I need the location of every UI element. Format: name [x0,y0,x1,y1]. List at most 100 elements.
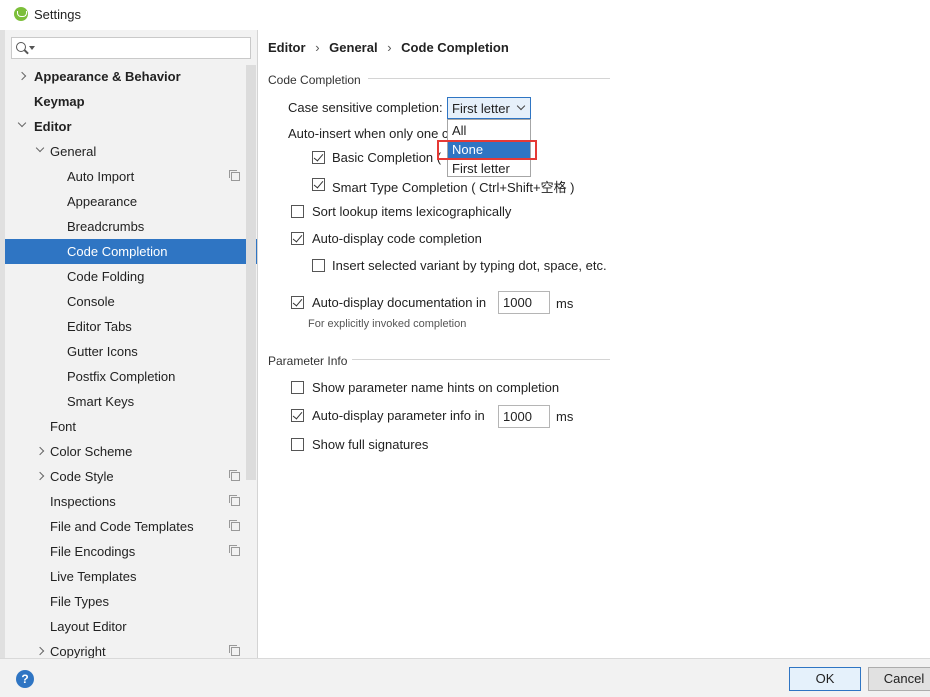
sidebar-item-code-completion[interactable]: Code Completion [5,239,257,264]
smart-type-completion-label: Smart Type Completion ( Ctrl+Shift+空格 ) [332,180,575,195]
project-scope-icon [229,545,240,556]
sidebar-item-postfix-completion[interactable]: Postfix Completion [5,364,257,389]
documentation-delay-input[interactable] [499,292,549,313]
annotation-highlight-box [437,140,537,160]
documentation-delay-unit: ms [556,296,574,311]
sidebar-item-editor-tabs[interactable]: Editor Tabs [5,314,257,339]
show-parameter-hints-label: Show parameter name hints on completion [312,380,560,395]
window-left-edge [0,30,5,658]
chevron-right-icon[interactable] [17,71,27,81]
sidebar-item-label: Code Folding [67,269,145,284]
chevron-down-icon[interactable] [17,118,27,128]
project-scope-icon [229,495,240,506]
sidebar-item-file-and-code-templates[interactable]: File and Code Templates [5,514,257,539]
sidebar-item-label: Layout Editor [50,619,127,634]
chevron-down-icon[interactable] [35,143,45,153]
android-studio-icon [14,7,28,21]
section-divider [368,78,610,79]
sidebar-item-label: Editor Tabs [67,319,132,334]
sort-lookup-checkbox[interactable] [291,205,304,218]
sidebar-item-label: Code Completion [67,244,168,259]
show-full-signatures-checkbox[interactable] [291,438,304,451]
sidebar-item-smart-keys[interactable]: Smart Keys [5,389,257,414]
case-sensitive-selected-value: First letter [452,101,510,116]
sidebar-item-live-templates[interactable]: Live Templates [5,564,257,589]
sidebar-item-layout-editor[interactable]: Layout Editor [5,614,257,639]
settings-sidebar: Appearance & Behavior Keymap Editor General… [0,30,258,658]
sidebar-item-code-folding[interactable]: Code Folding [5,264,257,289]
cancel-button[interactable]: Cancel [868,667,930,691]
breadcrumb-code-completion: Code Completion [401,40,509,55]
dropdown-option-all[interactable]: All [448,121,530,140]
sidebar-item-breadcrumbs[interactable]: Breadcrumbs [5,214,257,239]
sidebar-item-console[interactable]: Console [5,289,257,314]
sidebar-item-appearance-behavior[interactable]: Appearance & Behavior [5,64,257,89]
sidebar-item-appearance[interactable]: Appearance [5,189,257,214]
sidebar-item-label: Copyright [50,644,106,658]
case-sensitive-completion-select[interactable]: First letter [447,97,531,119]
sidebar-item-font[interactable]: Font [5,414,257,439]
sidebar-item-keymap[interactable]: Keymap [5,89,257,114]
search-icon [16,42,26,52]
dropdown-option-first-letter[interactable]: First letter [448,159,530,178]
sidebar-item-label: Postfix Completion [67,369,176,384]
sidebar-item-label: Console [67,294,115,309]
chevron-right-icon[interactable] [35,646,45,656]
chevron-right-icon[interactable] [35,446,45,456]
breadcrumb-editor[interactable]: Editor [268,40,306,55]
parameter-info-delay-input[interactable] [499,406,549,427]
window-title: Settings [34,7,81,22]
show-parameter-hints-checkbox[interactable] [291,381,304,394]
breadcrumb-general[interactable]: General [329,40,377,55]
sidebar-item-label: General [50,144,97,159]
smart-type-completion-checkbox[interactable] [312,178,325,191]
help-button[interactable]: ? [16,670,34,688]
auto-display-parameter-info-label: Auto-display parameter info in [312,408,485,423]
basic-completion-checkbox[interactable] [312,151,325,164]
sidebar-item-label: Appearance & Behavior [34,69,181,84]
sidebar-item-label: Editor [34,119,72,134]
breadcrumb: Editor › General › Code Completion [268,40,515,55]
sidebar-item-label: Code Style [50,469,114,484]
sidebar-item-copyright[interactable]: Copyright [5,639,257,658]
parameter-info-delay-field[interactable] [498,405,550,428]
search-input[interactable] [11,37,251,59]
sidebar-item-auto-import[interactable]: Auto Import [5,164,257,189]
sidebar-item-inspections[interactable]: Inspections [5,489,257,514]
section-title-code-completion: Code Completion [268,73,361,87]
sidebar-scrollbar[interactable] [246,65,256,480]
sidebar-item-color-scheme[interactable]: Color Scheme [5,439,257,464]
insert-variant-checkbox[interactable] [312,259,325,272]
auto-insert-label: Auto-insert when only one c [288,126,449,141]
title-bar: Settings [0,0,930,30]
sidebar-item-label: Breadcrumbs [67,219,145,234]
sidebar-item-label: File Types [50,594,110,609]
sidebar-item-label: File Encodings [50,544,136,559]
auto-display-parameter-info-checkbox[interactable] [291,409,304,422]
documentation-delay-field[interactable] [498,291,550,314]
auto-display-documentation-checkbox[interactable] [291,296,304,309]
auto-display-code-completion-checkbox[interactable] [291,232,304,245]
sidebar-item-general[interactable]: General [5,139,257,164]
project-scope-icon [229,170,240,181]
sidebar-item-file-types[interactable]: File Types [5,589,257,614]
chevron-down-icon[interactable] [29,46,35,50]
sidebar-item-editor[interactable]: Editor [5,114,257,139]
chevron-right-icon[interactable] [35,471,45,481]
basic-completion-label: Basic Completion ( [332,150,442,165]
sidebar-item-label: Appearance [67,194,138,209]
sidebar-item-gutter-icons[interactable]: Gutter Icons [5,339,257,364]
auto-display-code-completion-label: Auto-display code completion [312,231,482,246]
parameter-info-delay-unit: ms [556,409,574,424]
auto-display-documentation-label: Auto-display documentation in [312,295,487,310]
chevron-down-icon [516,101,526,111]
sidebar-item-code-style[interactable]: Code Style [5,464,257,489]
project-scope-icon [229,470,240,481]
sidebar-item-label: Live Templates [50,569,137,584]
case-sensitive-label: Case sensitive completion: [288,100,443,115]
ok-button[interactable]: OK [789,667,861,691]
sidebar-item-file-encodings[interactable]: File Encodings [5,539,257,564]
sidebar-item-label: File and Code Templates [50,519,194,534]
sort-lookup-label: Sort lookup items lexicographically [312,204,512,219]
sidebar-item-label: Gutter Icons [67,344,138,359]
